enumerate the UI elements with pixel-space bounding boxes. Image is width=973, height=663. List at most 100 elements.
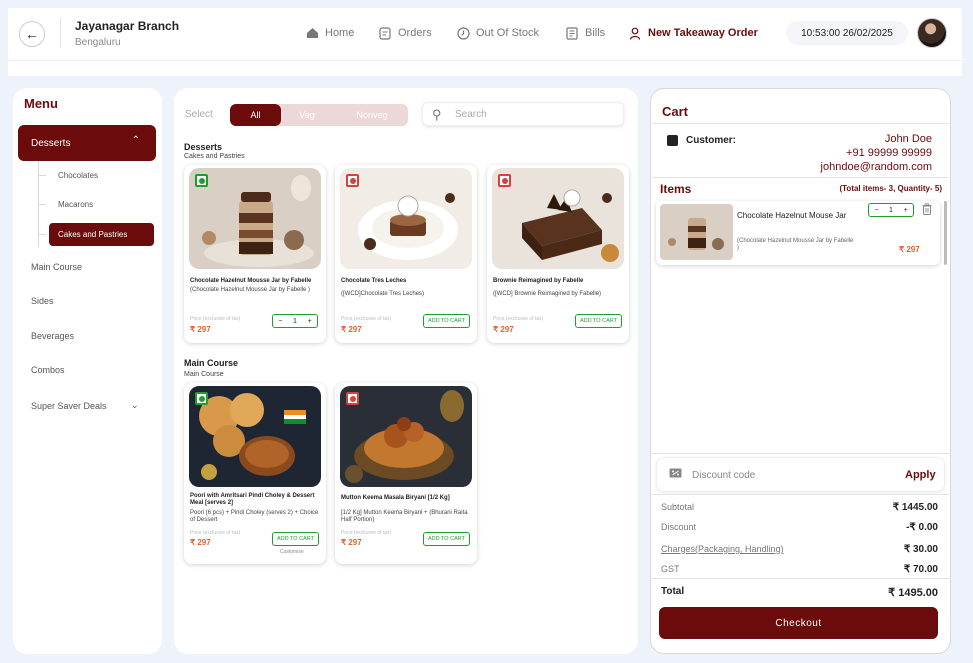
filter-label: Select [185,109,213,120]
filter-all[interactable]: All [230,104,281,126]
product-description: ([WCD] Brownie Reimagined by Fabelle) [493,291,602,297]
menu-category-desserts[interactable]: Desserts ⌃ [18,125,156,161]
product-card[interactable]: Poori with Amritsari Pindi Choley & Dess… [184,383,326,564]
summary-label[interactable]: Charges(Packaging, Handling) [661,544,784,554]
price-note: Price (exclusive of tax) [190,316,241,322]
product-image [340,168,472,269]
plus-icon[interactable]: + [308,318,312,325]
subcategory-cakes-and-pastries[interactable]: Cakes and Pastries [49,223,154,246]
nonveg-indicator-icon [346,174,359,187]
cart-scrollbar[interactable] [944,201,947,265]
branch-name: Jayanagar Branch [75,19,180,33]
product-name: Mutton Keema Masala Biryani [1/2 Kg] [341,495,450,501]
orders-icon [378,26,392,40]
avatar[interactable] [917,18,947,48]
topbar-strip [8,60,962,76]
product-image [492,168,624,269]
filter-nonveg[interactable]: Nonveg [336,104,408,126]
divider [60,18,61,48]
add-to-cart-button[interactable]: ADD TO CART [423,314,470,328]
quantity-stepper[interactable]: − 1 + [272,314,318,328]
customer-name: John Doe [884,133,932,145]
discount-placeholder: Discount code [692,470,756,481]
items-title: Items [660,182,692,196]
subcategory-macarons[interactable]: Macarons [58,200,93,209]
summary-value: ₹ 30.00 [903,544,938,555]
nav-new-takeaway-order[interactable]: New Takeaway Order [628,26,758,40]
checkout-button[interactable]: Checkout [659,607,938,639]
cart-title: Cart [662,104,689,119]
menu-category-super-saver-deals[interactable]: Super Saver Deals ⌄ [31,400,139,411]
subtotal-row: Subtotal ₹ 1445.00 [661,502,938,513]
product-card[interactable]: Chocolate Tres Leches ([WCD]Chocolate Tr… [335,165,477,343]
veg-indicator-icon [195,392,208,405]
menu-title: Menu [24,96,58,111]
divider [652,123,949,124]
subcategory-chocolates[interactable]: Chocolates [58,171,98,180]
trash-icon[interactable] [922,203,932,218]
product-description: [1/2 Kg] Mutton Keema Biryani + (Bhurani… [341,510,468,523]
tree-tick [38,175,46,176]
nav-bills[interactable]: Bills [565,26,605,40]
chevron-up-icon: ⌃ [131,135,140,146]
product-card[interactable]: Brownie Reimagined by Fabelle ([WCD] Bro… [487,165,629,343]
search-placeholder: Search [455,108,487,120]
section-subtitle: Main Course [184,371,224,378]
filter-veg[interactable]: Veg [278,104,336,126]
person-icon [628,26,642,40]
quantity-value: 1 [293,317,297,325]
cart-quantity-stepper[interactable]: − 1 + [868,203,914,217]
add-to-cart-button[interactable]: ADD TO CART [423,532,470,546]
product-catalog: Select Veg Nonveg All ⚲ Search Desserts … [174,88,638,654]
summary-label: Subtotal [661,502,695,512]
gst-row: GST ₹ 70.00 [661,564,938,575]
divider [652,453,949,454]
section-subtitle: Cakes and Pastries [184,153,245,160]
minus-icon[interactable]: − [874,207,878,214]
discount-code-field[interactable]: Discount code Apply [656,457,945,492]
nav-home[interactable]: Home [305,26,354,40]
summary-label: GST [661,564,680,574]
menu-category-combos[interactable]: Combos [31,365,65,375]
back-button[interactable]: ← [19,21,45,47]
price-note: Price (exclusive of tax) [493,316,544,322]
section-title: Main Course [184,358,239,368]
divider [652,578,949,579]
customer-label: Customer: [686,135,737,146]
nav-home-label: Home [325,27,355,39]
nav-bills-label: Bills [585,27,606,39]
product-card[interactable]: Chocolate Hazelnut Mousse Jar by Fabelle… [184,165,326,343]
nav-orders[interactable]: Orders [378,26,432,40]
add-to-cart-button[interactable]: ADD TO CART [575,314,622,328]
cart-item-price: ₹ 297 [899,245,920,254]
nonveg-indicator-icon [498,174,511,187]
search-input[interactable]: ⚲ Search [422,102,624,126]
product-name: Brownie Reimagined by Fabelle [493,278,584,284]
product-image [189,386,321,487]
plus-icon[interactable]: + [904,207,908,214]
menu-category-main-course[interactable]: Main Course [31,262,82,272]
total-value: ₹ 1495.00 [888,587,938,599]
add-to-cart-button[interactable]: ADD TO CART [272,532,319,546]
product-card[interactable]: Mutton Keema Masala Biryani [1/2 Kg] [1/… [335,383,477,564]
cart-item-image [660,204,733,260]
divider [652,177,949,178]
apply-button[interactable]: Apply [905,469,936,481]
clock-icon [456,26,470,40]
total-row: Total ₹ 1495.00 [661,586,938,599]
minus-icon[interactable]: − [278,318,282,325]
menu-category-label: Desserts [31,137,71,149]
cart-item-name: Chocolate Hazelnut Mouse Jar [737,211,847,220]
veg-indicator-icon [195,174,208,187]
search-icon: ⚲ [432,107,442,122]
product-description: ([WCD]Chocolate Tres Leches) [341,291,425,297]
product-name: Poori with Amritsari Pindi Choley & Dess… [190,493,315,506]
coupon-icon [669,468,682,481]
customise-link[interactable]: Customise [280,549,304,555]
nav-out-of-stock[interactable]: Out Of Stock [456,26,539,40]
product-price: ₹ 297 [190,538,211,547]
menu-category-sides[interactable]: Sides [31,296,54,306]
menu-category-label: Super Saver Deals [31,401,107,411]
menu-sidebar: Menu Desserts ⌃ Chocolates Macarons Cake… [13,88,162,654]
menu-category-beverages[interactable]: Beverages [31,331,74,341]
